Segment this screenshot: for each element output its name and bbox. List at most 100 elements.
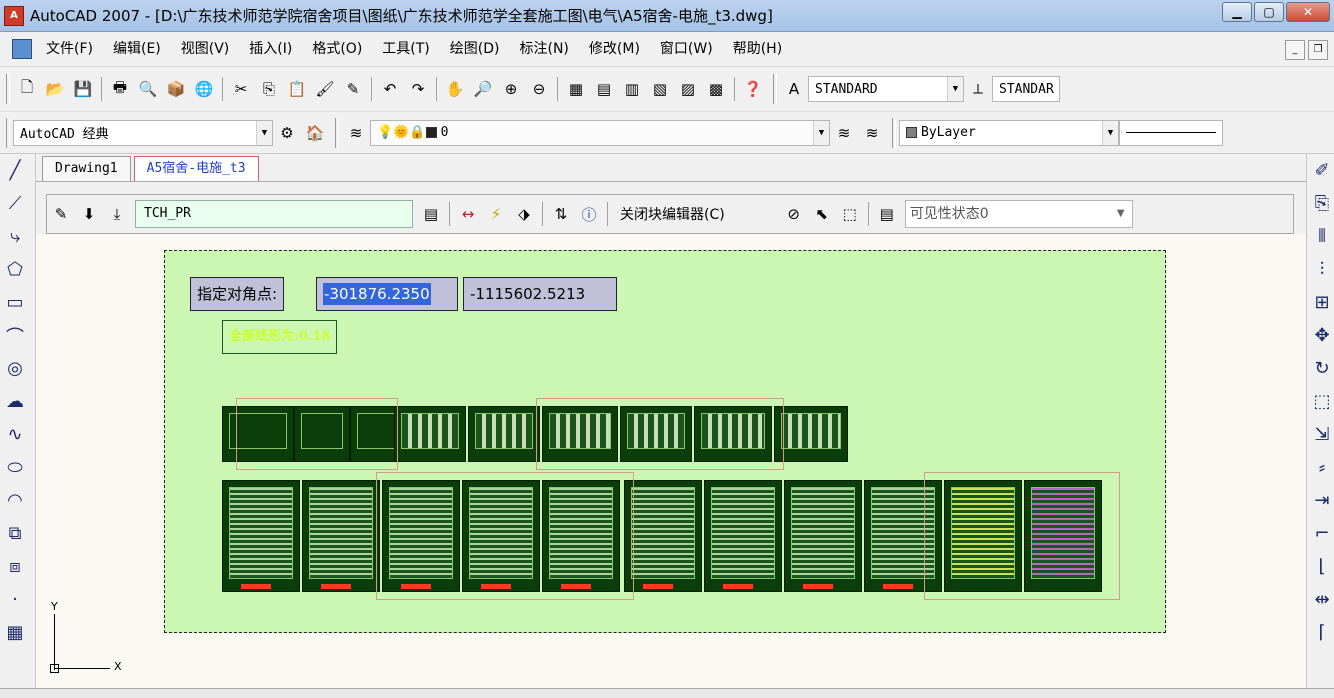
revision-cloud-icon[interactable]: ☁	[0, 385, 30, 418]
copy-icon[interactable]: ⎘	[256, 76, 282, 102]
new-file-icon[interactable]: 🗋	[14, 76, 40, 102]
menu-dimension[interactable]: 标注(N)	[510, 32, 579, 67]
match-properties-icon[interactable]: 🖌	[312, 76, 338, 102]
menu-view[interactable]: 视图(V)	[171, 32, 240, 67]
make-visible-icon[interactable]: ⬉	[809, 201, 835, 227]
my-workspace-icon[interactable]: 🏠	[302, 120, 328, 146]
line-icon[interactable]: ╱	[0, 154, 30, 187]
toolbar-grip[interactable]	[773, 74, 777, 104]
linetype-select[interactable]	[1119, 119, 1223, 146]
maximize-icon[interactable]: ▢	[1254, 2, 1284, 22]
undo-icon[interactable]: ↶	[377, 76, 403, 102]
help-icon[interactable]: ❓	[740, 76, 766, 102]
sheet-set-icon[interactable]: ▧	[647, 76, 673, 102]
tool-palettes-icon[interactable]: ▥	[619, 76, 645, 102]
make-block-icon[interactable]: ⧈	[0, 550, 30, 583]
mirror-icon[interactable]: ⫴	[1307, 220, 1334, 253]
update-parameter-icon[interactable]: ⇅	[548, 201, 574, 227]
toolbar-grip[interactable]	[892, 117, 896, 148]
cut-icon[interactable]: ✂	[228, 76, 254, 102]
visibility-mode-icon[interactable]: ⊘	[781, 201, 807, 227]
toolbar-grip[interactable]	[6, 117, 10, 148]
layer-previous-icon[interactable]: ≋	[859, 120, 885, 146]
visibility-state-select[interactable]: 可见性状态0 ▼	[904, 200, 1133, 228]
dim-style-icon[interactable]: ⟂	[965, 76, 991, 102]
menu-window[interactable]: 窗口(W)	[650, 32, 723, 67]
zoom-realtime-icon[interactable]: 🔎	[470, 76, 496, 102]
print-preview-icon[interactable]: 🔍	[135, 76, 161, 102]
coordinate-y-input[interactable]: -1115602.5213	[463, 277, 617, 311]
make-object-layer-current-icon[interactable]: ≋	[831, 120, 857, 146]
etransmit-icon[interactable]: 🌐	[191, 76, 217, 102]
drawing-canvas[interactable]: 指定对角点: -301876.2350 -1115602.5213 全部线形为:…	[36, 234, 1306, 688]
drawing-sheet[interactable]	[468, 406, 540, 462]
publish-icon[interactable]: 📦	[163, 76, 189, 102]
minimize-icon[interactable]: ▁	[1222, 2, 1252, 22]
color-select[interactable]: ByLayer ▼	[899, 119, 1119, 146]
copy-object-icon[interactable]: ⎘	[1307, 187, 1334, 220]
trim-icon[interactable]: ⸗	[1307, 451, 1334, 484]
stretch-icon[interactable]: ⇲	[1307, 418, 1334, 451]
move-icon[interactable]: ✥	[1307, 319, 1334, 352]
block-editor-icon[interactable]: ✎	[340, 76, 366, 102]
redo-icon[interactable]: ↷	[405, 76, 431, 102]
offset-icon[interactable]: ⫶	[1307, 253, 1334, 286]
erase-icon[interactable]: ✐	[1307, 154, 1334, 187]
menu-tools[interactable]: 工具(T)	[372, 32, 439, 67]
hatch-icon[interactable]: ▦	[0, 616, 30, 649]
close-icon[interactable]: ✕	[1286, 2, 1330, 22]
fillet-icon[interactable]: ⌈	[1307, 616, 1334, 649]
layer-manager-icon[interactable]: ≋	[343, 120, 369, 146]
chamfer-icon[interactable]: ⌊	[1307, 550, 1334, 583]
zoom-window-icon[interactable]: ⊕	[498, 76, 524, 102]
spline-icon[interactable]: ∿	[0, 418, 30, 451]
visibility-states-icon[interactable]: ▤	[874, 201, 900, 227]
scale-icon[interactable]: ⬚	[1307, 385, 1334, 418]
menu-edit[interactable]: 编辑(E)	[103, 32, 171, 67]
tab-a5-dormitory[interactable]: A5宿舍-电施_t3	[133, 156, 259, 181]
toolbar-grip[interactable]	[335, 117, 339, 148]
action-icon[interactable]: ⚡	[483, 201, 509, 227]
point-icon[interactable]: ·	[0, 583, 30, 616]
coordinate-x-input[interactable]: -301876.2350	[316, 277, 458, 311]
doc-restore-icon[interactable]: ❐	[1308, 40, 1328, 60]
edit-block-icon[interactable]: ✎	[48, 201, 74, 227]
menu-modify[interactable]: 修改(M)	[579, 32, 650, 67]
circle-icon[interactable]: ◎	[0, 352, 30, 385]
floor-plan-sheet[interactable]	[222, 480, 300, 592]
polygon-icon[interactable]: ⬠	[0, 253, 30, 286]
rotate-icon[interactable]: ↻	[1307, 352, 1334, 385]
calculator-icon[interactable]: ▩	[703, 76, 729, 102]
menu-file[interactable]: 文件(F)	[36, 32, 103, 67]
drawing-sheet[interactable]	[394, 406, 466, 462]
extend-icon[interactable]: ⇥	[1307, 484, 1334, 517]
layer-select[interactable]: 💡🌞🔒 0 ▼	[370, 119, 830, 146]
join-icon[interactable]: ⇹	[1307, 583, 1334, 616]
floor-plan-sheet[interactable]	[704, 480, 782, 592]
workspace-settings-icon[interactable]: ⚙	[274, 120, 300, 146]
text-style-select[interactable]: STANDARD ▼	[808, 76, 964, 102]
save-block-icon[interactable]: ⬇	[76, 201, 102, 227]
array-icon[interactable]: ⊞	[1307, 286, 1334, 319]
parameter-set-icon[interactable]: ⬗	[511, 201, 537, 227]
make-invisible-icon[interactable]: ⬚	[837, 201, 863, 227]
info-icon[interactable]: ⓘ	[576, 201, 602, 227]
construction-line-icon[interactable]: ⟋	[0, 187, 30, 220]
insert-block-icon[interactable]: ⧉	[0, 517, 30, 550]
menu-format[interactable]: 格式(O)	[302, 32, 372, 67]
properties-icon[interactable]: ▦	[563, 76, 589, 102]
save-block-as-icon[interactable]: ⤓	[104, 201, 130, 227]
menu-help[interactable]: 帮助(H)	[723, 32, 792, 67]
polyline-icon[interactable]: ⤷	[0, 220, 30, 253]
save-icon[interactable]: 💾	[70, 76, 96, 102]
floor-plan-sheet[interactable]	[302, 480, 380, 592]
arc-icon[interactable]: ⌒	[0, 319, 30, 352]
design-center-icon[interactable]: ▤	[591, 76, 617, 102]
floor-plan-sheet[interactable]	[784, 480, 862, 592]
workspace-select[interactable]: AutoCAD 经典 ▼	[13, 119, 273, 146]
authoring-palettes-icon[interactable]: ▤	[418, 201, 444, 227]
dim-style-select[interactable]: STANDAR	[992, 76, 1060, 102]
ellipse-icon[interactable]: ⬭	[0, 451, 30, 484]
toolbar-grip[interactable]	[6, 74, 10, 104]
open-file-icon[interactable]: 📂	[42, 76, 68, 102]
